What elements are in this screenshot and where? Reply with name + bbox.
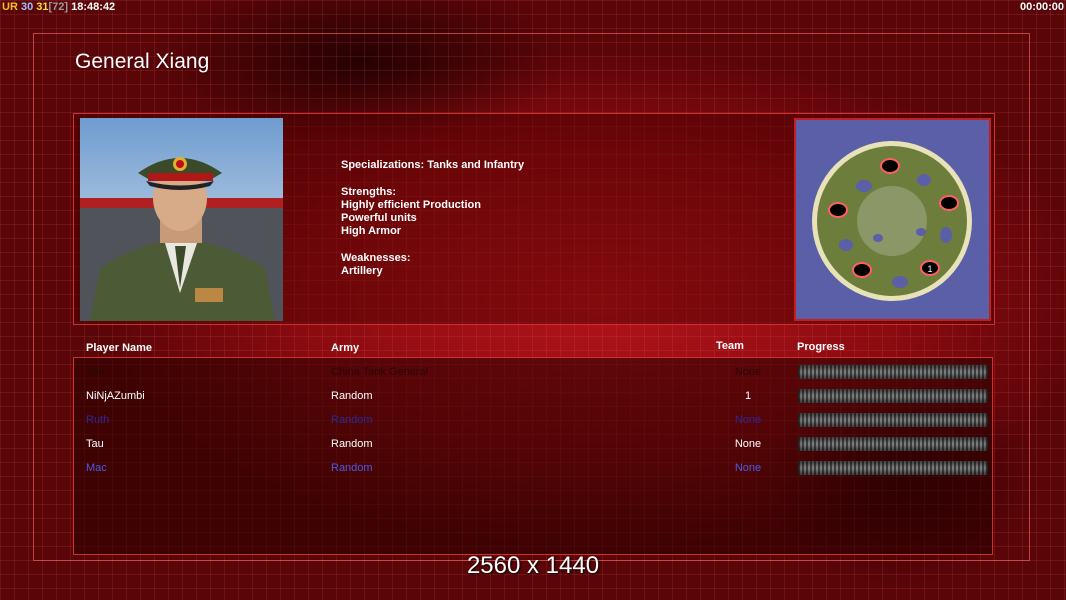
player-marker: 1 (927, 264, 932, 274)
loading-progress-bar (798, 413, 988, 427)
player-row: You China Tank General None (0, 362, 1066, 382)
clock: 18:48:42 (71, 1, 116, 13)
loading-progress-bar (798, 437, 988, 451)
resolution-label: 2560 x 1440 (466, 552, 600, 579)
player-name: Ruth (86, 414, 110, 426)
desc-line (341, 239, 524, 252)
player-team: None (734, 462, 762, 474)
loading-progress-bar (798, 365, 988, 379)
map-preview: 1 (794, 118, 991, 321)
player-army: China Tank General (331, 366, 429, 378)
stat-3: [72] (48, 1, 69, 13)
desc-line: Powerful units (341, 212, 417, 225)
game-timer: 00:00:00 (1019, 1, 1064, 13)
player-row: NiNjAZumbi Random 1 (0, 386, 1066, 406)
general-description: Specializations: Tanks and Infantry Stre… (341, 159, 524, 279)
general-title: General Xiang (75, 50, 210, 73)
player-team: 1 (744, 390, 752, 402)
column-army: Army (331, 342, 360, 354)
desc-line: Artillery (341, 265, 383, 278)
player-army: Random (331, 462, 373, 474)
stat-2: 31 (36, 1, 49, 13)
column-progress: Progress (797, 341, 845, 353)
player-name: Mac (86, 462, 107, 474)
loading-progress-bar (798, 461, 988, 475)
player-team: None (734, 438, 762, 450)
player-army: Random (331, 414, 373, 426)
player-team: None (734, 414, 762, 426)
desc-line: Highly efficient Production (341, 198, 481, 211)
player-army: Random (331, 438, 373, 450)
player-name: You (86, 366, 105, 378)
player-row: Mac Random None (0, 458, 1066, 478)
status-bar: UR 30 31[72] 18:48:42 00:00:00 (0, 0, 1066, 14)
desc-line: Specializations: Tanks and Infantry (341, 159, 525, 171)
general-portrait (80, 118, 283, 321)
desc-line: Weaknesses: (341, 252, 411, 265)
desc-line: High Armor (341, 225, 402, 238)
desc-line (341, 172, 524, 185)
player-army: Random (331, 390, 373, 402)
loading-progress-bar (798, 389, 988, 403)
player-row: Ruth Random None (0, 410, 1066, 430)
desc-line: Strengths: (341, 185, 396, 198)
player-name: NiNjAZumbi (86, 390, 145, 402)
player-row: Tau Random None (0, 434, 1066, 454)
column-team: Team (716, 340, 744, 352)
column-player-name: Player Name (86, 342, 153, 354)
player-name: Tau (86, 438, 104, 450)
ur-label: UR (2, 1, 18, 13)
stat-1: 30 (20, 1, 34, 13)
player-team: None (734, 366, 762, 378)
